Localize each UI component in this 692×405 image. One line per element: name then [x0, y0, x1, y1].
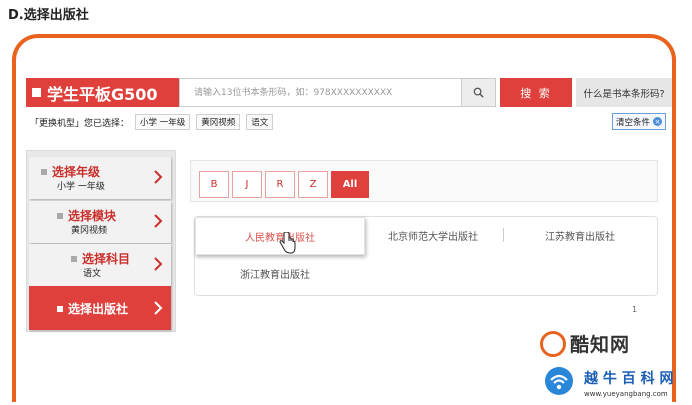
chevron-right-icon: [154, 301, 163, 315]
step-title: 选择年级: [52, 165, 101, 179]
brand-square-icon: [32, 88, 41, 97]
chevron-right-icon: [154, 214, 163, 228]
step-title: 选择出版社: [68, 302, 129, 316]
selected-module-chip[interactable]: 黄冈视频: [196, 114, 241, 130]
publisher-panel: B J R Z All 人民教育出版社 北京师范大学出版社 江苏教育出版社 浙江…: [190, 160, 660, 330]
publisher-list: 人民教育出版社 北京师范大学出版社 江苏教育出版社 浙江教育出版社: [194, 216, 658, 296]
logo-mark-icon: [540, 330, 566, 357]
brand-label: 学生平板G500: [47, 84, 158, 104]
what-is-barcode-button[interactable]: 什么是书本条形码?: [576, 78, 672, 107]
letter-filter-bar: B J R Z All: [190, 160, 658, 202]
close-icon: ×: [653, 117, 663, 126]
barcode-search-input[interactable]: [179, 78, 462, 107]
bullet-icon: [57, 305, 63, 312]
search-icon-button[interactable]: [462, 78, 496, 107]
wifi-logo-icon: [545, 367, 573, 395]
yueniu-logo: 越 牛 百 科 网 www.yueyangbang.com: [540, 362, 690, 404]
letter-filter-all[interactable]: All: [331, 171, 369, 198]
logo-url: www.yueyangbang.com: [584, 390, 668, 398]
top-bar: 学生平板G500 搜 索 什么是书本条形码?: [26, 78, 672, 107]
letter-filter-z[interactable]: Z: [298, 171, 328, 198]
hand-cursor-icon: [279, 232, 296, 254]
logo-name: 越 牛 百 科 网: [584, 371, 674, 387]
publisher-item[interactable]: 江苏教育出版社: [504, 217, 656, 253]
letter-filter-b[interactable]: B: [199, 171, 229, 198]
selection-prefix: 「更换机型」您已选择：: [30, 118, 130, 129]
step-grade[interactable]: 选择年级 小学 一年级: [29, 157, 171, 199]
page-caption: D.选择出版社: [8, 8, 89, 23]
step-value: 黄冈视频: [71, 226, 108, 236]
selected-grade-chip[interactable]: 小学 一年级: [135, 114, 191, 130]
step-value: 小学 一年级: [57, 182, 105, 192]
step-sidebar: 选择年级 小学 一年级 选择模块 黄冈视频 选择科目 语文 选择出版社: [26, 150, 176, 332]
step-value: 语文: [83, 269, 102, 279]
page-number: 1: [632, 305, 638, 314]
search-button[interactable]: 搜 索: [500, 78, 572, 107]
step-subject[interactable]: 选择科目 语文: [29, 244, 171, 286]
chevron-right-icon: [154, 257, 163, 271]
chevron-right-icon: [154, 170, 163, 184]
step-title: 选择模块: [68, 209, 117, 223]
brand-title: 学生平板G500: [26, 78, 179, 107]
letter-filter-r[interactable]: R: [265, 171, 295, 198]
clear-label: 清空条件: [616, 117, 651, 128]
letter-filter-j[interactable]: J: [232, 171, 262, 198]
bullet-icon: [41, 168, 47, 175]
selected-subject-chip[interactable]: 语文: [246, 114, 274, 130]
bullet-icon: [57, 212, 63, 219]
logo-text: 酷知网: [570, 334, 631, 356]
step-title: 选择科目: [82, 252, 131, 266]
clear-conditions-button[interactable]: 清空条件 ×: [612, 113, 667, 130]
publisher-item[interactable]: 北京师范大学出版社: [363, 217, 503, 253]
bullet-icon: [71, 255, 77, 262]
search-icon: [473, 87, 484, 98]
publisher-item[interactable]: 浙江教育出版社: [195, 255, 355, 291]
selection-bar: 「更换机型」您已选择： 小学 一年级 黄冈视频 语文: [30, 114, 660, 130]
step-publisher[interactable]: 选择出版社: [29, 286, 171, 330]
step-module[interactable]: 选择模块 黄冈视频: [29, 201, 171, 243]
kuzhi-logo: 酷知网: [540, 330, 630, 357]
